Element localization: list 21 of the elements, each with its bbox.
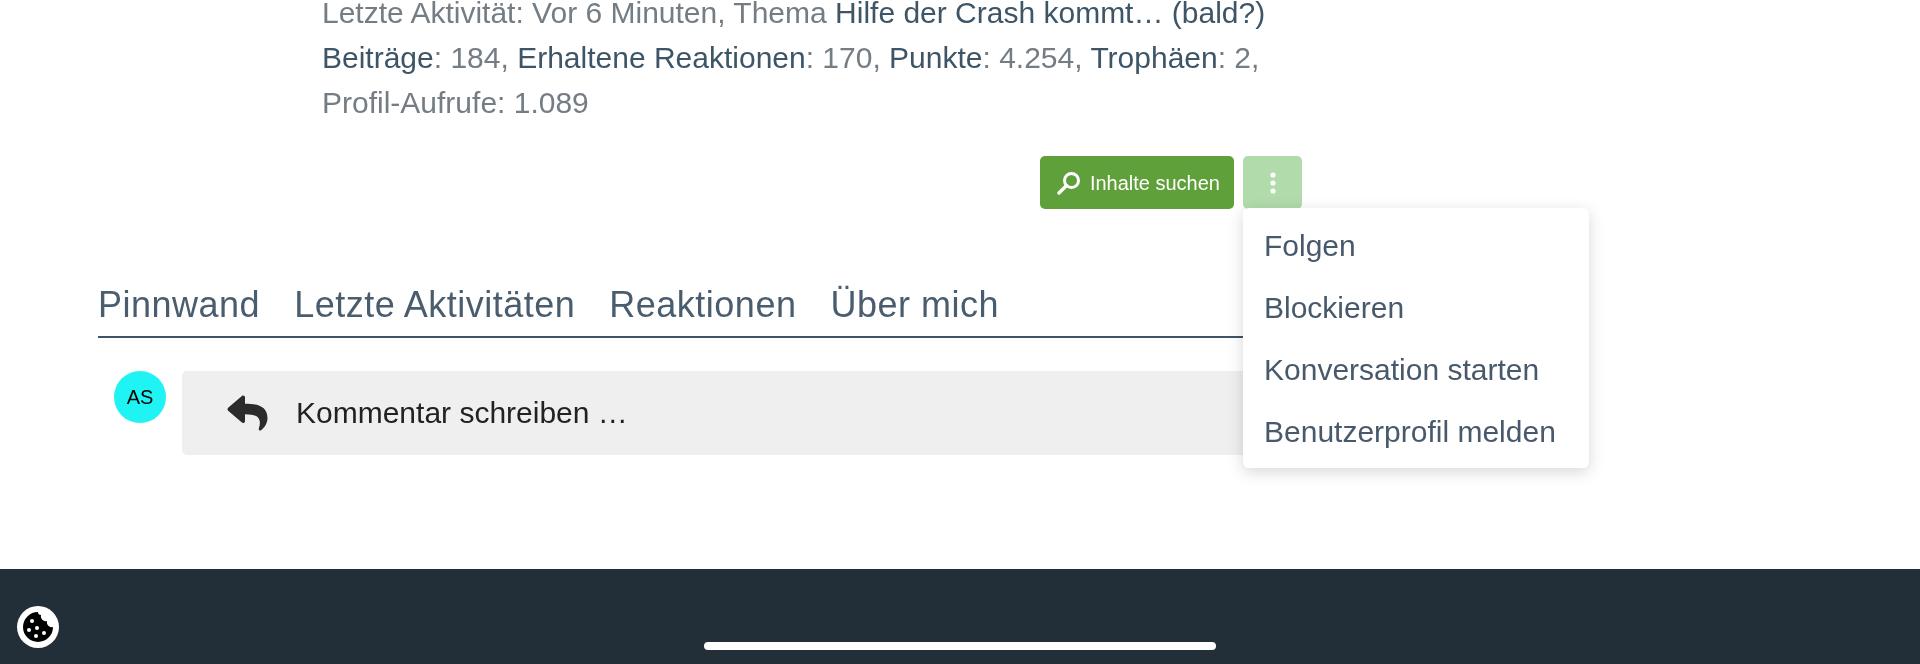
profile-tab[interactable]: Letzte Aktivitäten (294, 284, 576, 326)
profile-stats-text: Beiträge: 184, Erhaltene Reaktionen: 170, Punkte: 4.254, Trophäen: 2, Profil-Aufrufe: 1.089 (322, 40, 1261, 121)
comment-field[interactable]: Kommentar schreiben … (182, 371, 1244, 455)
profile-tab[interactable]: Pinnwand (98, 284, 261, 326)
profile-tab[interactable]: Reaktionen (609, 284, 797, 326)
cookie-icon (17, 606, 59, 648)
thread-link[interactable]: Hilfe der Crash kommt… (bald?) (835, 0, 1266, 29)
stat-link[interactable]: Beiträge (322, 41, 434, 74)
last-activity-text: Letzte Aktivität: Vor 6 Minuten, Thema Hilfe der Crash kommt… (bald?) (322, 0, 1267, 31)
menu-item[interactable]: Konversation starten (1264, 351, 1540, 389)
user-avatar: AS (114, 371, 166, 423)
vertical-dots-icon (1269, 171, 1276, 194)
stat-link[interactable]: Erhaltene Reaktionen (517, 41, 806, 74)
menu-item[interactable]: Blockieren (1264, 289, 1405, 327)
profile-tab[interactable]: Über mich (830, 284, 999, 326)
search-icon (1056, 170, 1081, 195)
cookie-button[interactable] (17, 606, 59, 648)
stat-link[interactable]: Trophäen (1090, 41, 1218, 74)
menu-item[interactable]: Benutzerprofil melden (1264, 413, 1556, 451)
stat-link[interactable]: Punkte (889, 41, 983, 74)
menu-item[interactable]: Folgen (1264, 227, 1356, 265)
